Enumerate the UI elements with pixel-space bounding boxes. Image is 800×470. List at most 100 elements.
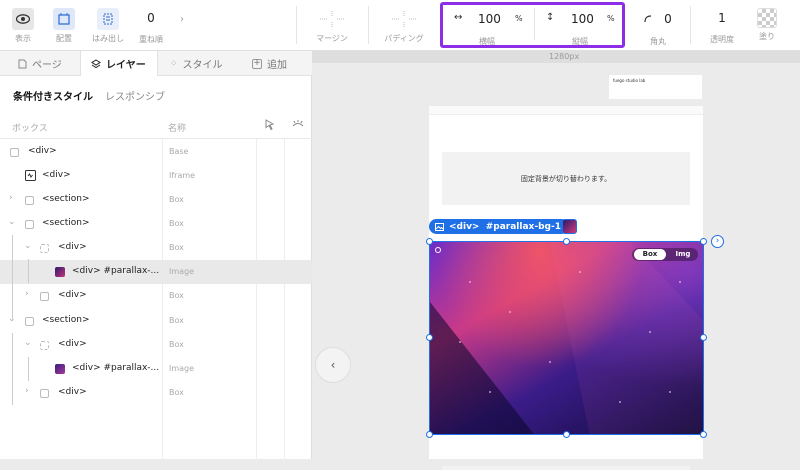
row-type: Box	[169, 291, 184, 300]
resize-handle[interactable]	[700, 334, 707, 341]
image-icon	[435, 222, 444, 231]
plus-icon: +	[252, 58, 262, 69]
layer-row[interactable]: <div> #parallax-... Image	[0, 357, 312, 381]
visibility-icon[interactable]	[292, 119, 304, 131]
subtab-responsive[interactable]: レスポンシブ	[105, 88, 165, 103]
row-label: <div>	[58, 290, 87, 300]
layer-row[interactable]: <div> Base	[0, 140, 312, 164]
mini-preview[interactable]: fuego studio lab	[609, 75, 702, 99]
cursor-icon[interactable]	[264, 119, 275, 131]
collapse-panel-button[interactable]: ‹	[315, 347, 351, 383]
resize-handle[interactable]	[700, 238, 707, 245]
chevron-right-icon[interactable]: ›	[180, 14, 184, 25]
row-type: Image	[169, 364, 195, 373]
row-label: <div>	[42, 170, 71, 180]
margin-label: マージン	[316, 34, 348, 43]
layer-row[interactable]: <div> Iframe	[0, 164, 312, 188]
row-checkbox[interactable]	[25, 220, 34, 229]
view-tool[interactable]: 表示	[8, 0, 38, 51]
resize-handle[interactable]	[426, 431, 433, 438]
row-label: <section>	[42, 315, 90, 325]
layer-row[interactable]: ⌄ <div> Box	[0, 333, 312, 357]
row-label: <div> #parallax-...	[72, 266, 160, 276]
fixed-bg-box[interactable]: 固定背景が切り替わります。	[442, 152, 690, 205]
tab-style[interactable]: ⁘ スタイル	[170, 51, 223, 76]
subtab-conditional-style[interactable]: 条件付きスタイル	[13, 88, 93, 103]
transparent-fill-swatch[interactable]	[757, 8, 777, 28]
panel-tabs: ページ レイヤー ⁘ スタイル + 追加	[0, 51, 312, 76]
parallax-bg-image[interactable]: Box Img	[429, 241, 704, 435]
tree-guide	[28, 357, 29, 381]
layer-row-selected[interactable]: <div> #parallax-... Image	[0, 260, 312, 284]
chevron-down-icon[interactable]: ⌄	[8, 217, 16, 227]
resize-handle[interactable]	[563, 431, 570, 438]
mini-preview-title: fuego studio lab	[613, 78, 646, 83]
fill-tool[interactable]: 塗り	[752, 0, 782, 51]
layer-row[interactable]: ⌄ <section> Box	[0, 309, 312, 333]
chevron-right-icon[interactable]: ›	[25, 289, 29, 299]
tab-layers[interactable]: レイヤー	[80, 51, 158, 76]
anchor-icon[interactable]	[435, 247, 441, 253]
column-name: 名称	[168, 124, 187, 134]
grid-dots-icon: ⁘	[170, 58, 178, 69]
canvas-area: 1280px fuego studio lab ‹ 固定背景が切り替わります。 …	[312, 51, 800, 470]
resize-handle[interactable]	[426, 238, 433, 245]
overflow-label: はみ出し	[92, 34, 124, 43]
padding-tool[interactable]: パディング	[380, 0, 428, 51]
row-checkbox[interactable]	[10, 148, 19, 157]
chevron-down-icon[interactable]: ⌄	[24, 241, 32, 251]
arrange-tool[interactable]: 配置	[48, 0, 80, 51]
row-checkbox[interactable]	[40, 292, 49, 301]
zindex-value[interactable]: 0	[147, 11, 155, 25]
row-checkbox[interactable]	[40, 389, 49, 398]
resize-handle[interactable]	[700, 431, 707, 438]
overflow-tool[interactable]: はみ出し	[90, 0, 126, 51]
row-label: <div> #parallax-...	[72, 363, 160, 373]
radius-tool[interactable]: 0 角丸	[636, 0, 680, 51]
row-checkbox[interactable]	[25, 317, 34, 326]
row-type: Box	[169, 388, 184, 397]
row-checkbox[interactable]	[40, 341, 49, 350]
chevron-down-icon[interactable]: ⌄	[24, 338, 32, 348]
zindex-tool[interactable]: 0 重ね順	[136, 0, 166, 51]
row-type: Iframe	[169, 171, 196, 180]
row-label: <div>	[58, 387, 87, 397]
chevron-right-icon[interactable]: ›	[9, 193, 13, 203]
padding-icon	[389, 8, 419, 30]
row-label: <section>	[42, 218, 90, 228]
radius-value[interactable]: 0	[664, 12, 672, 26]
row-type: Box	[169, 219, 184, 228]
row-checkbox[interactable]	[40, 244, 49, 253]
layer-row[interactable]: › <section> Box	[0, 188, 312, 212]
layer-row[interactable]: ⌄ <div> Box	[0, 236, 312, 260]
layer-row[interactable]: › <div> Box	[0, 381, 312, 405]
toggle-img-button[interactable]: Img	[670, 249, 696, 260]
tab-add[interactable]: + 追加	[252, 51, 287, 76]
resize-handle[interactable]	[563, 238, 570, 245]
chevron-right-icon[interactable]: ›	[25, 386, 29, 396]
tree-guide	[12, 333, 13, 405]
page-icon	[18, 59, 27, 68]
view-label: 表示	[15, 34, 31, 43]
layer-row[interactable]: ⌄ <section> Box	[0, 212, 312, 236]
radius-label: 角丸	[650, 37, 666, 46]
row-checkbox[interactable]	[25, 196, 34, 205]
toggle-box-button[interactable]: Box	[634, 249, 666, 260]
tree-guide	[12, 235, 13, 321]
image-thumbnail-icon[interactable]	[562, 219, 577, 234]
tab-page[interactable]: ページ	[18, 51, 62, 76]
selected-element-label: <div> #parallax-bg-1	[449, 221, 561, 232]
margin-tool[interactable]: マージン	[308, 0, 356, 51]
layer-row[interactable]: › <div> Box	[0, 284, 312, 308]
opacity-tool[interactable]: 1 透明度	[702, 0, 742, 51]
row-type: Box	[169, 243, 184, 252]
corner-radius-icon	[644, 15, 652, 23]
tab-page-label: ページ	[32, 60, 62, 71]
selected-element-tag[interactable]: <div> #parallax-bg-1	[429, 219, 569, 234]
resize-handle[interactable]	[426, 334, 433, 341]
next-section	[442, 466, 690, 470]
image-thumbnail-icon	[55, 364, 65, 374]
opacity-value[interactable]: 1	[718, 11, 726, 25]
next-element-button[interactable]: ›	[711, 235, 724, 248]
row-type: Image	[169, 267, 195, 276]
